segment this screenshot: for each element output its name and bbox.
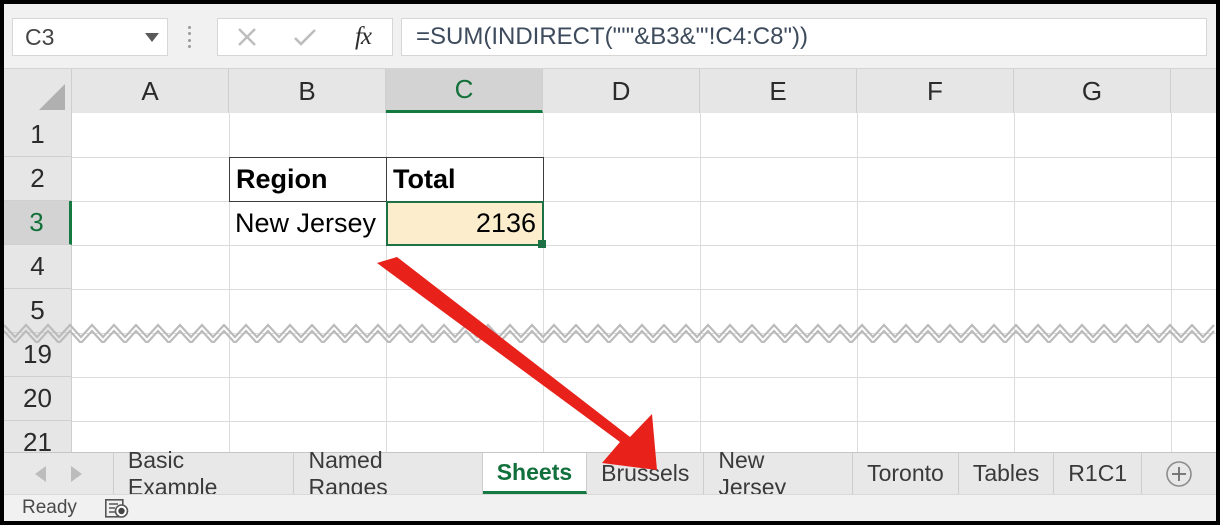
nav-next-icon[interactable] (70, 465, 83, 482)
sheet-tab-bar: Basic Example Named Ranges Sheets Brusse… (4, 447, 1216, 500)
sheet-tab-sheets[interactable]: Sheets (482, 453, 588, 494)
sheet-tab-named-ranges[interactable]: Named Ranges (294, 447, 483, 500)
sheet-tab-label: Brussels (601, 460, 690, 486)
row-header-20[interactable]: 20 (4, 377, 72, 421)
column-header-b[interactable]: B (229, 69, 386, 113)
column-header-label: G (1081, 75, 1103, 106)
chevron-down-icon[interactable] (137, 19, 167, 55)
row-header-label: 2 (30, 163, 45, 193)
formula-bar: C3 fx =SUM(INDIRECT("'"&B3&"'!C4:C8")) (4, 4, 1216, 69)
fx-insert-function-icon[interactable]: fx (334, 19, 392, 55)
formula-input[interactable]: =SUM(INDIRECT("'"&B3&"'!C4:C8")) (401, 18, 1207, 56)
excel-window: C3 fx =SUM(INDIRECT("'"&B3&"'!C4:C8")) A… (4, 4, 1216, 521)
checkmark-icon[interactable] (276, 19, 334, 55)
cell-B3[interactable]: New Jersey (229, 201, 387, 245)
column-header-a[interactable]: A (72, 69, 229, 113)
status-message: Ready (22, 497, 77, 518)
sheet-tabs: Basic Example Named Ranges Sheets Brusse… (113, 447, 1143, 500)
row-header-21[interactable]: 21 (4, 421, 72, 452)
row-header-label: 21 (23, 427, 52, 452)
spreadsheet-grid: A B C D E F G 1 2 3 4 5 19 20 21 Region … (4, 69, 1216, 452)
column-header-label: B (298, 75, 316, 106)
nav-previous-icon[interactable] (34, 465, 47, 482)
column-header-f[interactable]: F (857, 69, 1014, 113)
close-x-icon[interactable] (218, 19, 276, 55)
fill-handle[interactable] (538, 240, 546, 248)
cell-value: New Jersey (235, 207, 377, 238)
sheet-tab-label: Basic Example (127, 446, 218, 500)
sheet-tab-label: Sheets (496, 458, 573, 485)
record-macro-icon[interactable] (104, 498, 129, 518)
column-header-d[interactable]: D (543, 69, 700, 113)
formula-action-buttons: fx (217, 18, 393, 56)
sheet-tab-label: Named Ranges (308, 446, 388, 500)
sheet-tab-label: Toronto (867, 460, 944, 486)
name-box-value: C3 (25, 23, 55, 50)
row-header-label: 19 (23, 339, 52, 369)
sheet-tab-tables[interactable]: Tables (958, 453, 1055, 494)
cell-value: Region (236, 164, 328, 194)
grip-dots-icon (187, 26, 191, 48)
formula-text: =SUM(INDIRECT("'"&B3&"'!C4:C8")) (416, 23, 808, 50)
column-header-label: C (454, 74, 474, 104)
cell-C3[interactable]: 2136 (386, 201, 544, 246)
sheet-tab-label: New Jersey (718, 446, 787, 500)
row-header-label: 4 (30, 251, 45, 281)
column-header-label: F (927, 75, 943, 106)
sheet-tab-toronto[interactable]: Toronto (853, 453, 959, 494)
column-header-label: A (141, 75, 159, 106)
sheet-tab-basic-example[interactable]: Basic Example (113, 447, 295, 500)
column-header-e[interactable]: E (700, 69, 857, 113)
row-break-zigzag (4, 321, 1216, 345)
cell-value: Total (393, 164, 456, 194)
cell-C2[interactable]: Total (386, 157, 544, 202)
sheet-nav-buttons (4, 453, 114, 494)
column-header-g[interactable]: G (1014, 69, 1171, 113)
row-header-4[interactable]: 4 (4, 245, 72, 289)
row-header-1[interactable]: 1 (4, 113, 72, 157)
column-header-label: E (769, 75, 787, 106)
select-all-corner-icon[interactable] (4, 69, 72, 113)
name-box[interactable]: C3 (12, 18, 168, 56)
sheet-tab-new-jersey[interactable]: New Jersey (704, 447, 854, 500)
cell-B2[interactable]: Region (229, 157, 387, 202)
row-header-label: 1 (30, 119, 45, 149)
sheet-tab-label: R1C1 (1068, 460, 1128, 486)
status-bar: Ready (4, 494, 1216, 521)
column-header-h-partial[interactable] (1171, 69, 1216, 113)
sheet-tab-label: Tables (972, 460, 1040, 486)
sheet-tab-r1c1[interactable]: R1C1 (1054, 453, 1143, 494)
column-header-label: D (611, 75, 631, 106)
row-header-label: 3 (29, 207, 44, 237)
row-header-3[interactable]: 3 (4, 201, 72, 245)
row-header-2[interactable]: 2 (4, 157, 72, 201)
row-header-label: 20 (23, 383, 52, 413)
sheet-tab-brussels[interactable]: Brussels (587, 453, 705, 494)
add-sheet-plus-icon[interactable] (1142, 453, 1216, 494)
cell-value: 2136 (475, 208, 536, 238)
column-header-c[interactable]: C (386, 69, 543, 113)
